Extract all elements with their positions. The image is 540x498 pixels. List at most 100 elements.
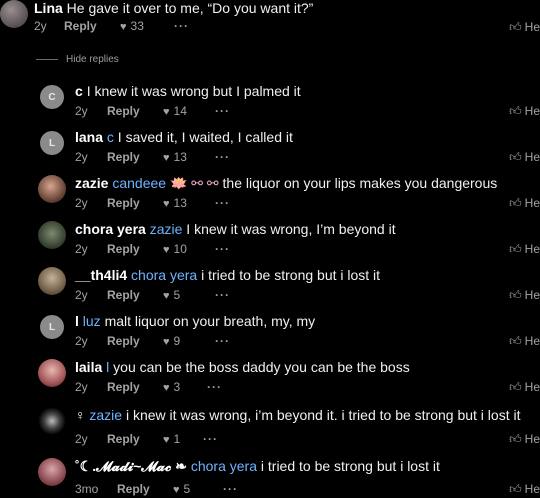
like-button[interactable]: ♥ 14 [163,104,187,118]
comment-text: He gave it over to me, “Do you want it?” [66,0,314,16]
avatar[interactable] [38,359,66,387]
heart-icon: ♥ [163,382,170,394]
avatar[interactable] [38,458,66,486]
helpful-button[interactable]: 👍︎ He [509,150,540,165]
helpful-button[interactable]: 👍︎ He [509,380,540,395]
reply-button[interactable]: Reply [64,19,97,33]
avatar[interactable] [0,0,28,28]
avatar[interactable] [38,175,66,203]
reply-mention[interactable]: l [106,359,109,375]
ellipsis-icon[interactable]: ··· [215,288,230,302]
reply-meta: 2y Reply ♥ 13 ··· [75,196,275,212]
reply-age: 2y [75,150,88,164]
ellipsis-icon[interactable]: ··· [215,104,230,118]
reply-button[interactable]: Reply [117,482,150,496]
reply-line: c I knew it was wrong but I palmed it [75,83,301,99]
like-button[interactable]: ♥ 13 [163,196,187,210]
like-button[interactable]: ♥ 5 [173,482,190,496]
reply-button[interactable]: Reply [107,150,140,164]
reply-username[interactable]: zazie [75,175,108,191]
avatar[interactable] [38,267,66,295]
reply-line: chora yera zazie I knew it was wrong, I’… [75,221,396,237]
heart-icon: ♥ [163,106,170,118]
avatar[interactable] [36,407,68,435]
ellipsis-icon[interactable]: ··· [215,242,230,256]
reply-button[interactable]: Reply [107,104,140,118]
like-button[interactable]: ♥ 1 [163,432,180,446]
reply-username[interactable]: c [75,83,83,99]
reply-username[interactable]: ˚☾.𝓜𝓪𝓭𝓲~𝓜𝓪𝓬 ❧ [75,458,187,474]
reply-button[interactable]: Reply [107,432,140,446]
reply-mention[interactable]: c [107,129,114,145]
helpful-label: He [524,482,540,496]
reply-mention[interactable]: chora yera [131,267,197,283]
reply-username[interactable]: chora yera [75,221,146,237]
heart-icon: ♥ [163,336,170,348]
heart-icon: ♥ [120,21,127,33]
thumbs-up-icon: 👍︎ [509,20,522,34]
avatar[interactable]: L [40,315,64,339]
helpful-button[interactable]: 👍︎ He [509,242,540,257]
comment-username[interactable]: Lina [34,0,63,16]
ellipsis-icon[interactable]: ··· [215,196,230,210]
comment-meta: 2y Reply ♥ 33 ··· [34,19,234,35]
helpful-button[interactable]: 👍︎ He [509,104,540,119]
reply-username[interactable]: __th4li4 [75,267,127,283]
reply-line: l luz malt liquor on your breath, my, my [75,313,315,329]
ellipsis-icon[interactable]: ··· [203,432,218,446]
like-count: 13 [173,150,187,164]
reply-meta: 2y Reply ♥ 3 ··· [75,380,275,396]
like-button[interactable]: ♥ 9 [163,334,180,348]
reply-age: 2y [75,242,88,256]
reply-button[interactable]: Reply [107,242,140,256]
helpful-label: He [524,242,540,256]
avatar[interactable]: L [40,131,64,155]
reply-age: 2y [75,104,88,118]
reply-text: I saved it, I waited, I called it [117,129,293,145]
reply-mention[interactable]: chora yera [191,458,257,474]
divider [36,58,58,60]
helpful-button[interactable]: 👍︎ He [509,432,540,447]
ellipsis-icon[interactable]: ··· [207,380,222,394]
reply-username[interactable]: l [75,313,79,329]
like-button[interactable]: ♥ 10 [163,242,187,256]
helpful-button[interactable]: 👍︎ He [509,334,540,349]
reply-button[interactable]: Reply [107,334,140,348]
reply-line: lana c I saved it, I waited, I called it [75,129,293,145]
like-button[interactable]: ♥ 5 [163,288,180,302]
helpful-button[interactable]: 👍︎ He [509,288,540,303]
avatar[interactable]: C [40,85,64,109]
reply-username[interactable]: lana [75,129,103,145]
helpful-label: He [524,334,540,348]
reply-line: ˚☾.𝓜𝓪𝓭𝓲~𝓜𝓪𝓬 ❧ chora yera i tried to be s… [75,458,440,475]
helpful-button[interactable]: 👍︎ He [509,196,540,211]
helpful-button[interactable]: 👍︎ He [509,482,540,497]
reply-button[interactable]: Reply [107,380,140,394]
hide-replies-button[interactable]: Hide replies [36,54,119,65]
reply-mention[interactable]: luz [83,313,101,329]
reply-meta: 2y Reply ♥ 5 ··· [75,288,275,304]
avatar[interactable] [38,221,66,249]
reply-button[interactable]: Reply [107,288,140,302]
like-count: 33 [130,19,144,33]
like-count: 13 [173,196,187,210]
like-button[interactable]: ♥ 3 [163,380,180,394]
like-button[interactable]: ♥ 33 [120,19,144,33]
thumbs-up-icon: 👍︎ [509,432,522,446]
helpful-label: He [524,432,540,446]
ellipsis-icon[interactable]: ··· [215,334,230,348]
ellipsis-icon[interactable]: ··· [174,19,189,33]
ellipsis-icon[interactable]: ··· [215,150,230,164]
reply-mention[interactable]: zazie [150,221,183,237]
like-count: 14 [173,104,187,118]
reply-meta: 2y Reply ♥ 10 ··· [75,242,275,258]
reply-mention[interactable]: candeee [112,175,166,191]
ellipsis-icon[interactable]: ··· [223,482,238,496]
reply-username[interactable]: laila [75,359,102,375]
like-button[interactable]: ♥ 13 [163,150,187,164]
reply-age: 3mo [75,482,99,496]
helpful-button[interactable]: 👍︎ He [509,20,540,35]
reply-mention[interactable]: zazie [89,407,122,423]
reply-username[interactable]: ♀ [75,407,86,423]
reply-button[interactable]: Reply [107,196,140,210]
